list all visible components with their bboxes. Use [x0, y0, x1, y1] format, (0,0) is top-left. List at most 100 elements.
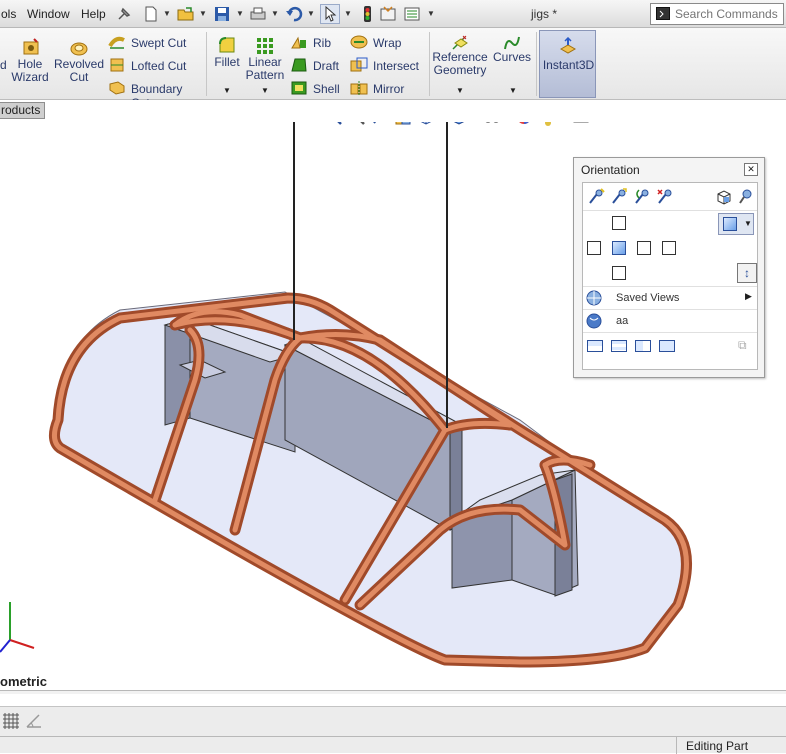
sketch-relations-icon[interactable]	[25, 713, 43, 732]
previous-view-icon[interactable]	[371, 122, 389, 129]
status-bar: Editing Part	[0, 736, 786, 754]
select-pointer-icon[interactable]	[320, 4, 340, 24]
hole-wizard-button[interactable]: Hole Wizard	[10, 36, 50, 86]
boundary-cut-button[interactable]: Boundary Cut	[108, 80, 204, 110]
reference-geometry-button[interactable]: Reference Geometry ▼	[432, 34, 488, 96]
search-commands-box[interactable]	[650, 3, 784, 25]
draft-button[interactable]: Draft	[290, 57, 346, 75]
curves-button[interactable]: Curves ▼	[492, 34, 532, 96]
new-dropdown-icon[interactable]: ▼	[163, 9, 171, 18]
normal-to-icon[interactable]: ↕	[737, 263, 757, 283]
shell-button[interactable]: Shell	[290, 80, 346, 98]
view-selector-icon[interactable]	[715, 188, 733, 209]
back-view-icon[interactable]	[662, 241, 676, 255]
isometric-view-dropdown[interactable]: ▼	[718, 213, 754, 235]
two-view-vertical-icon[interactable]	[635, 340, 651, 352]
menu-window[interactable]: Window	[27, 7, 70, 21]
chevron-down-icon: ▼	[744, 219, 752, 228]
mirror-button[interactable]: Mirror	[350, 80, 426, 98]
intersect-button[interactable]: Intersect	[350, 57, 426, 75]
single-view-icon[interactable]	[587, 340, 603, 352]
grid-icon[interactable]	[2, 713, 20, 732]
close-icon[interactable]: ✕	[744, 163, 758, 176]
search-input[interactable]	[675, 6, 781, 22]
intersect-icon	[350, 57, 368, 76]
menu-help[interactable]: Help	[81, 7, 106, 21]
fillet-dropdown-icon[interactable]: ▼	[223, 86, 231, 95]
revolved-cut-button[interactable]: Revolved Cut	[54, 36, 104, 86]
partial-label: d	[0, 58, 7, 72]
section-view-icon[interactable]	[394, 122, 412, 129]
command-prompt-icon	[656, 7, 670, 20]
two-view-horizontal-icon[interactable]	[611, 340, 627, 352]
command-manager-ribbon: d Hole Wizard Revolved Cut Swept Cut Lof…	[0, 28, 786, 110]
saved-views-row[interactable]: Saved Views ▶	[583, 287, 757, 310]
swept-cut-icon	[108, 34, 126, 53]
left-view-icon[interactable]	[587, 241, 601, 255]
isometric-view-icon	[723, 217, 737, 231]
tab-sustainability-products[interactable]: roducts	[0, 102, 45, 119]
rebuild-traffic-light-icon[interactable]	[357, 4, 377, 24]
four-view-icon[interactable]	[659, 340, 675, 352]
save-icon[interactable]	[212, 4, 232, 24]
save-dropdown-icon[interactable]: ▼	[236, 9, 244, 18]
linear-pattern-button[interactable]: Linear Pattern ▼	[244, 34, 286, 96]
select-dropdown-icon[interactable]: ▼	[344, 9, 352, 18]
mirror-label: Mirror	[373, 82, 405, 96]
swept-cut-label: Swept Cut	[131, 36, 187, 50]
instant3d-button[interactable]: Instant3D	[539, 30, 596, 98]
delete-view-icon[interactable]	[656, 188, 674, 209]
options-dropdown-icon[interactable]: ▼	[427, 9, 435, 18]
print-icon[interactable]	[248, 4, 268, 24]
fillet-icon	[218, 36, 236, 57]
linear-pattern-icon	[256, 36, 274, 57]
lofted-cut-button[interactable]: Lofted Cut	[108, 57, 204, 75]
shell-label: Shell	[313, 82, 340, 96]
front-view-icon[interactable]	[612, 241, 626, 255]
edit-appearance-icon[interactable]	[515, 122, 533, 129]
viewport-layout-row: ⧉	[583, 337, 757, 361]
tab-strip	[0, 100, 786, 122]
swept-cut-button[interactable]: Swept Cut	[108, 34, 204, 52]
display-style-icon[interactable]	[450, 122, 468, 129]
right-view-icon[interactable]	[637, 241, 651, 255]
undo-icon[interactable]	[284, 4, 304, 24]
apply-scene-icon[interactable]	[538, 122, 558, 129]
hole-wizard-label: Hole Wizard	[11, 57, 49, 84]
pin-icon[interactable]	[114, 4, 134, 24]
menu-tools[interactable]: ols	[1, 7, 16, 21]
linear-pattern-dropdown-icon[interactable]: ▼	[261, 86, 269, 95]
print-dropdown-icon[interactable]: ▼	[271, 9, 279, 18]
view-orientation-icon[interactable]	[417, 122, 435, 129]
top-view-icon[interactable]	[612, 216, 626, 230]
file-properties-icon[interactable]	[378, 4, 398, 24]
new-document-icon[interactable]	[141, 4, 161, 24]
new-view-icon[interactable]	[587, 188, 605, 209]
rib-button[interactable]: Rib	[290, 34, 346, 52]
curves-dropdown-icon[interactable]: ▼	[509, 86, 517, 95]
fillet-button[interactable]: Fillet ▼	[210, 34, 244, 96]
axis-triad	[0, 602, 35, 653]
bottom-view-icon[interactable]	[612, 266, 626, 280]
wrap-button[interactable]: Wrap	[350, 34, 426, 52]
reset-standard-views-icon[interactable]	[633, 188, 651, 209]
update-standard-views-icon[interactable]	[610, 188, 628, 209]
zoom-to-area-icon[interactable]	[348, 122, 366, 129]
fillet-label: Fillet	[214, 55, 240, 69]
open-dropdown-icon[interactable]: ▼	[199, 9, 207, 18]
instant3d-icon	[559, 36, 577, 58]
undo-dropdown-icon[interactable]: ▼	[307, 9, 315, 18]
open-folder-icon[interactable]	[176, 4, 196, 24]
hide-show-items-icon[interactable]	[482, 122, 502, 129]
pin-dialog-icon[interactable]	[738, 188, 754, 209]
zoom-to-fit-icon[interactable]	[325, 122, 343, 129]
standard-views-area: ▼ ↕	[583, 211, 757, 287]
reference-geometry-dropdown-icon[interactable]: ▼	[456, 86, 464, 95]
saved-views-globe-icon	[586, 290, 602, 309]
reference-geometry-label: Reference Geometry	[432, 50, 488, 77]
view-settings-icon[interactable]	[572, 122, 590, 129]
link-views-icon[interactable]: ⧉	[738, 338, 754, 354]
options-icon[interactable]	[402, 4, 422, 24]
status-mode-text: Editing Part	[686, 739, 749, 753]
custom-view-row[interactable]: aa	[583, 310, 757, 333]
